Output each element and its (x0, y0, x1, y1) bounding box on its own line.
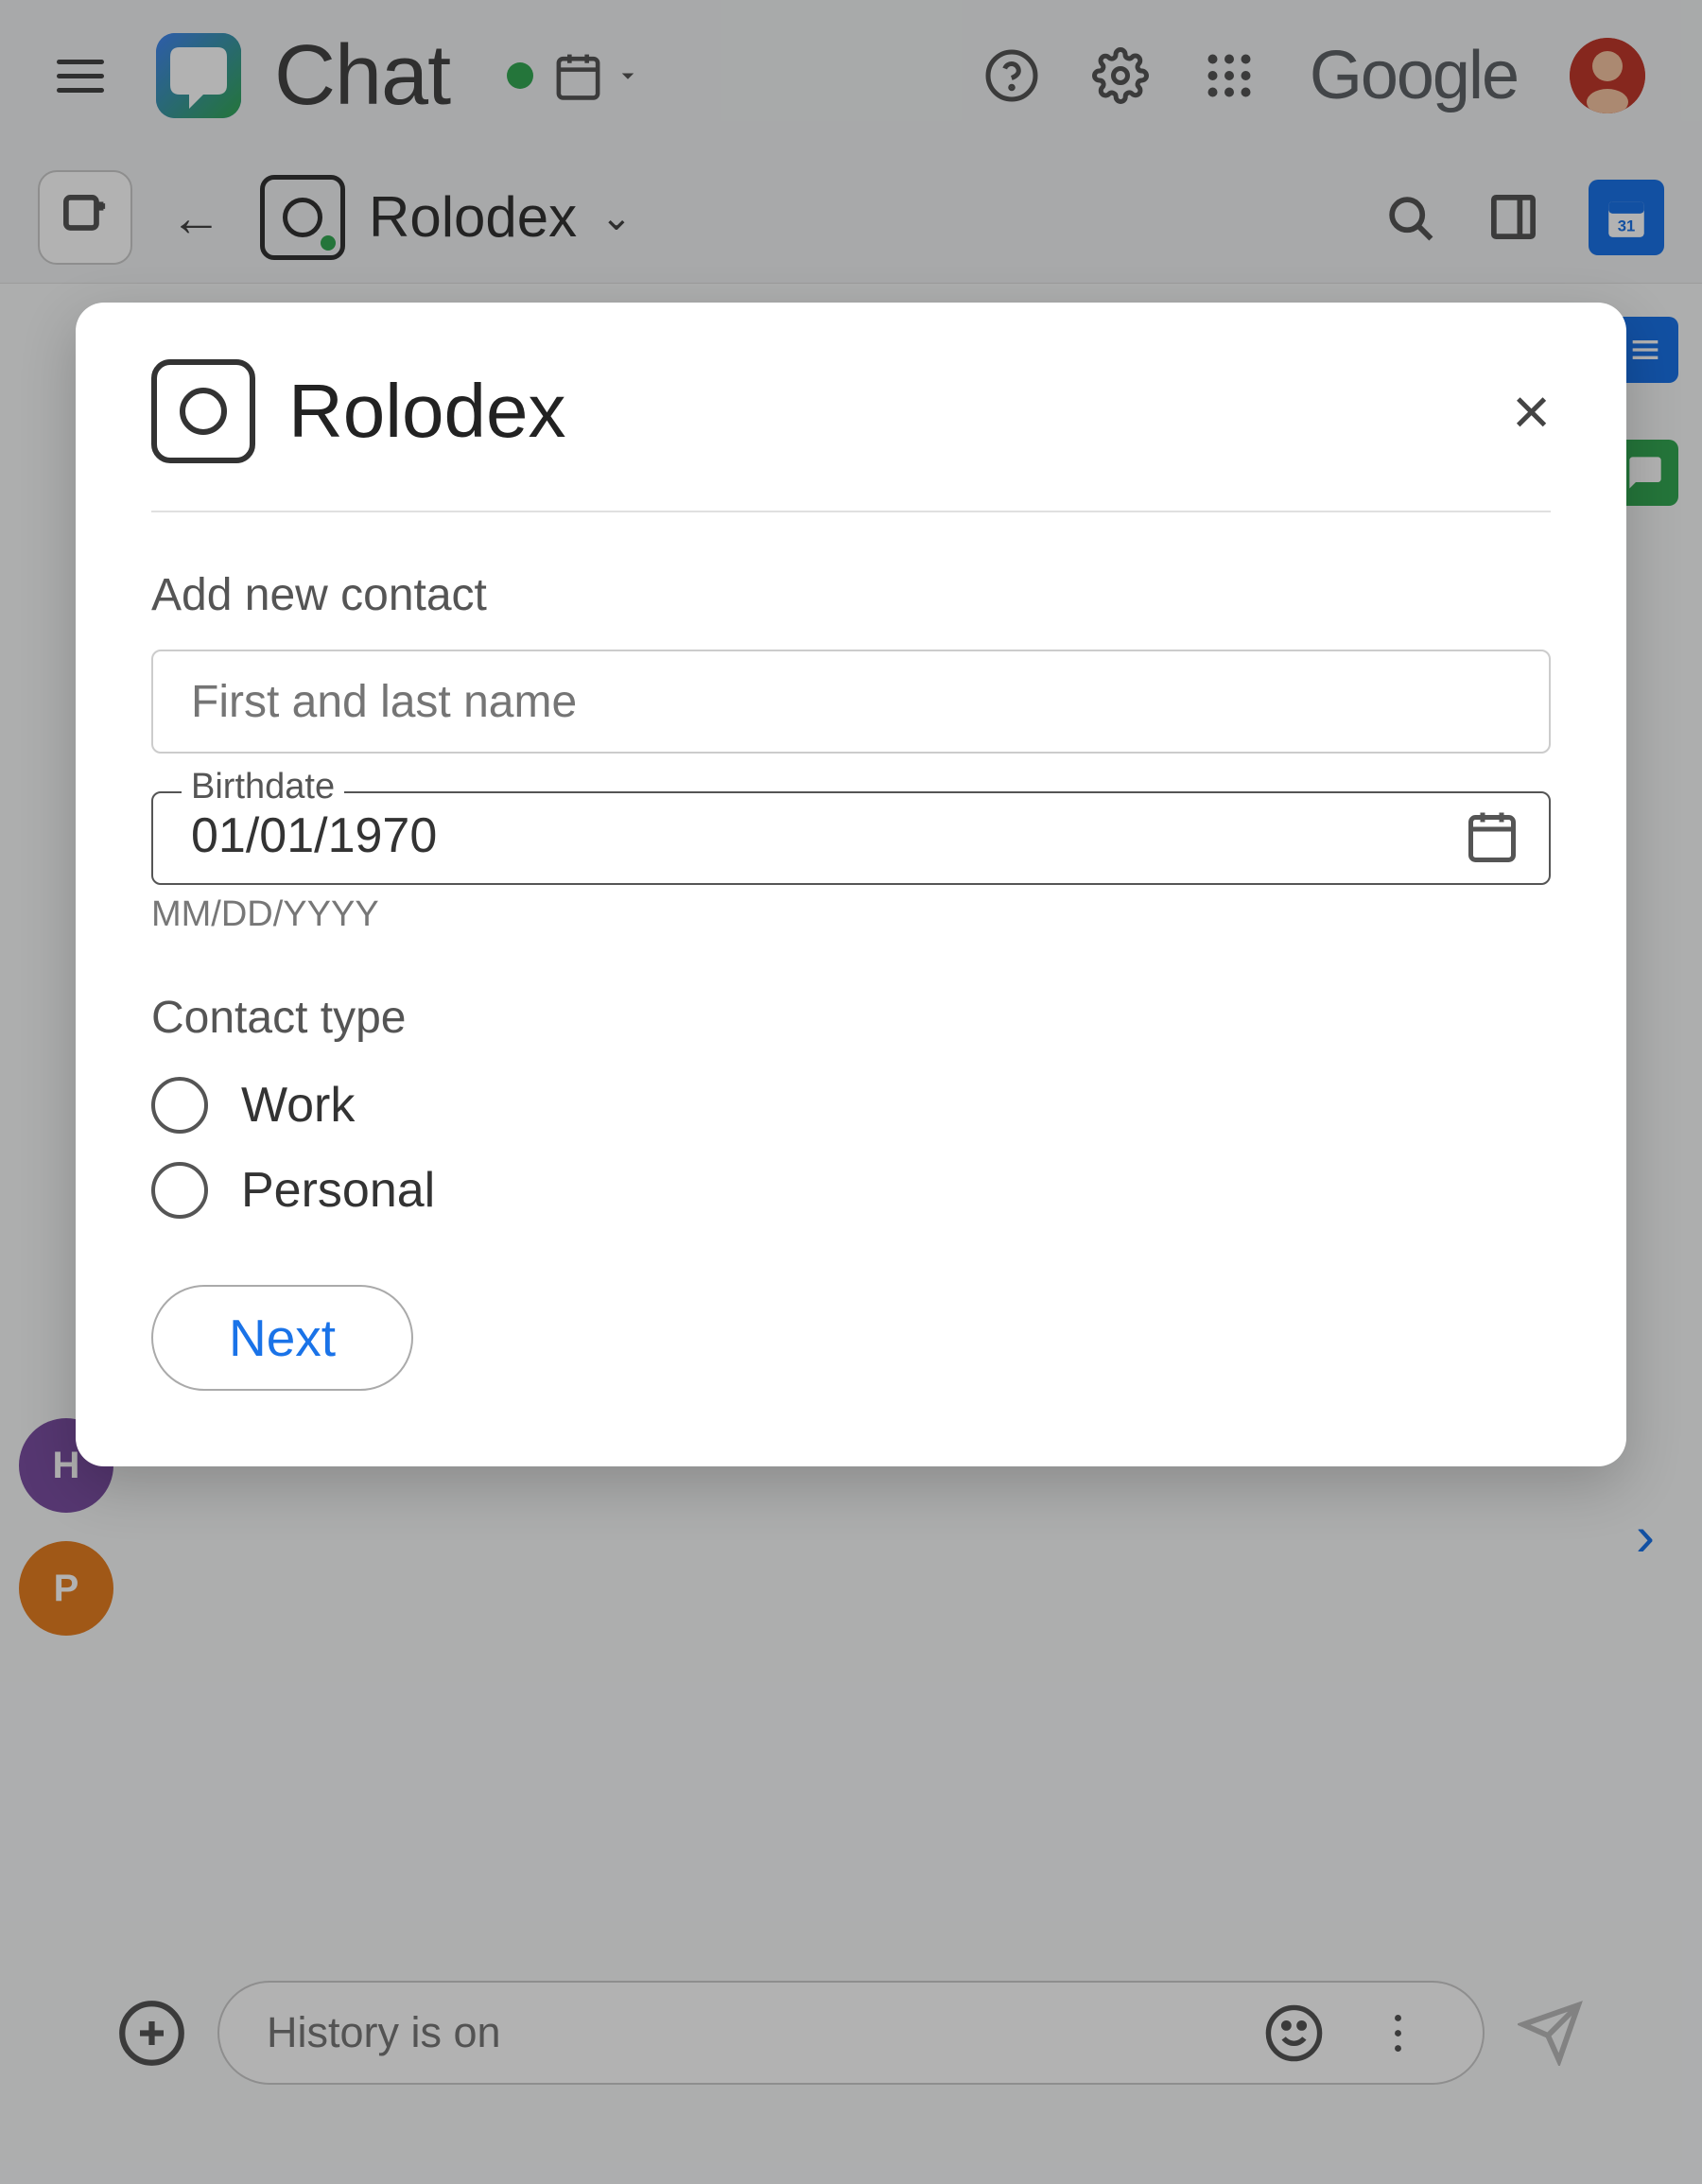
birthdate-field: Birthdate (151, 791, 1551, 885)
modal-divider (151, 511, 1551, 512)
radio-personal[interactable]: Personal (151, 1162, 1551, 1219)
calendar-picker-icon[interactable] (1464, 807, 1520, 869)
next-button[interactable]: Next (151, 1285, 413, 1391)
modal-close-button[interactable]: × (1512, 378, 1551, 444)
contact-type-label: Contact type (151, 992, 1551, 1044)
contact-type-radio-group: Work Personal (151, 1077, 1551, 1219)
modal-person-circle (180, 388, 227, 435)
radio-work-circle (151, 1077, 208, 1134)
birthdate-label: Birthdate (182, 767, 344, 807)
name-input[interactable] (151, 650, 1551, 754)
modal-title-group: Rolodex (151, 359, 566, 463)
modal-rolodex-icon (151, 359, 255, 463)
radio-work[interactable]: Work (151, 1077, 1551, 1134)
birthdate-wrapper: Birthdate (151, 791, 1551, 885)
date-format-hint: MM/DD/YYYY (151, 894, 1551, 935)
modal-title: Rolodex (288, 368, 566, 455)
radio-personal-label: Personal (241, 1162, 435, 1219)
rolodex-modal: Rolodex × Add new contact Birthdate MM/D… (76, 303, 1626, 1466)
radio-personal-circle (151, 1162, 208, 1219)
modal-header: Rolodex × (151, 359, 1551, 463)
add-contact-label: Add new contact (151, 569, 1551, 621)
radio-work-label: Work (241, 1077, 355, 1134)
birthdate-input[interactable] (191, 807, 1435, 864)
